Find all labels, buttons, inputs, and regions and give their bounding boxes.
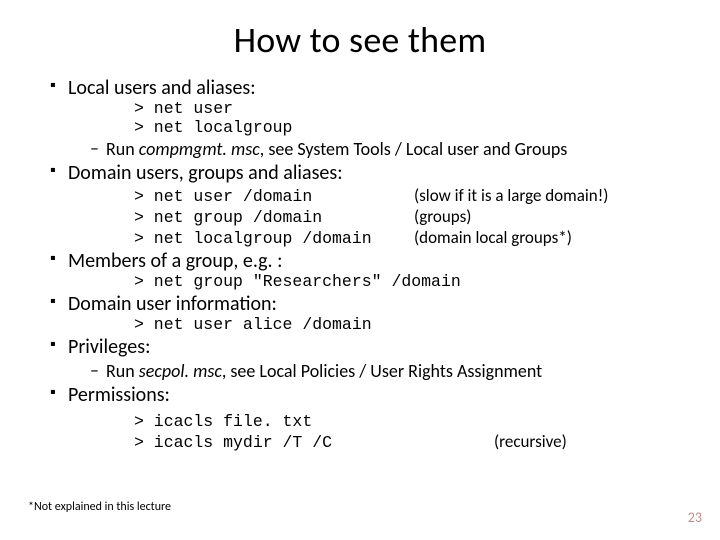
slide: How to see them Local users and aliases:… [0, 0, 720, 540]
sub-text-pre: Run [106, 360, 139, 382]
code-row: > icacls mydir /T /C (recursive) [134, 432, 692, 453]
code-row: > icacls file. txt [134, 413, 692, 432]
code-block: > net user alice /domain [134, 316, 692, 335]
code-row: > net group /domain (groups) [134, 207, 692, 228]
code-block: > net user > net localgroup [134, 100, 692, 138]
sub-list: Run secpol. msc, see Local Policies / Us… [68, 360, 692, 383]
sub-text-post: , see System Tools / Local user and Grou… [260, 138, 568, 160]
code-note: (recursive) [494, 432, 567, 452]
section-local-users: Local users and aliases: > net user > ne… [50, 76, 692, 161]
code-cmd: > net localgroup /domain [134, 230, 414, 249]
slide-title: How to see them [28, 18, 692, 62]
content-list: Local users and aliases: > net user > ne… [28, 76, 692, 453]
code-block: > net group "Researchers" /domain [134, 273, 692, 292]
sub-text-ital: compmgmt. msc [139, 138, 260, 160]
section-heading: Local users and aliases: [68, 76, 256, 100]
sub-text-post: , see Local Policies / User Rights Assig… [222, 360, 542, 382]
section-heading: Domain users, groups and aliases: [68, 161, 343, 185]
section-heading: Domain user information: [68, 292, 277, 316]
section-heading: Privileges: [68, 335, 150, 359]
section-members: Members of a group, e.g. : > net group "… [50, 249, 692, 292]
sub-list: Run compmgmt. msc, see System Tools / Lo… [68, 138, 692, 161]
section-domain-user-info: Domain user information: > net user alic… [50, 292, 692, 335]
page-number: 23 [688, 509, 702, 526]
section-heading: Members of a group, e.g. : [68, 249, 282, 273]
code-note: (domain local groups*) [414, 228, 572, 248]
sub-text-pre: Run [106, 138, 139, 160]
section-privileges: Privileges: Run secpol. msc, see Local P… [50, 335, 692, 382]
code-row: > net user /domain (slow if it is a larg… [134, 186, 692, 207]
sub-item: Run compmgmt. msc, see System Tools / Lo… [90, 138, 692, 161]
sub-item: Run secpol. msc, see Local Policies / Us… [90, 360, 692, 383]
code-rows: > net user /domain (slow if it is a larg… [134, 186, 692, 249]
code-note: (slow if it is a large domain!) [414, 186, 608, 206]
sub-text-ital: secpol. msc [139, 360, 222, 382]
code-cmd: > icacls mydir /T /C [134, 434, 494, 453]
code-rows: > icacls file. txt > icacls mydir /T /C … [134, 413, 692, 453]
code-cmd: > net user /domain [134, 188, 414, 207]
section-permissions: Permissions: > icacls file. txt > icacls… [50, 383, 692, 453]
code-row: > net localgroup /domain (domain local g… [134, 228, 692, 249]
footnote: *Not explained in this lecture [28, 500, 171, 514]
code-cmd: > icacls file. txt [134, 413, 494, 432]
section-heading: Permissions: [68, 383, 170, 407]
code-cmd: > net group /domain [134, 209, 414, 228]
code-note: (groups) [414, 207, 471, 227]
section-domain-users: Domain users, groups and aliases: > net … [50, 161, 692, 248]
